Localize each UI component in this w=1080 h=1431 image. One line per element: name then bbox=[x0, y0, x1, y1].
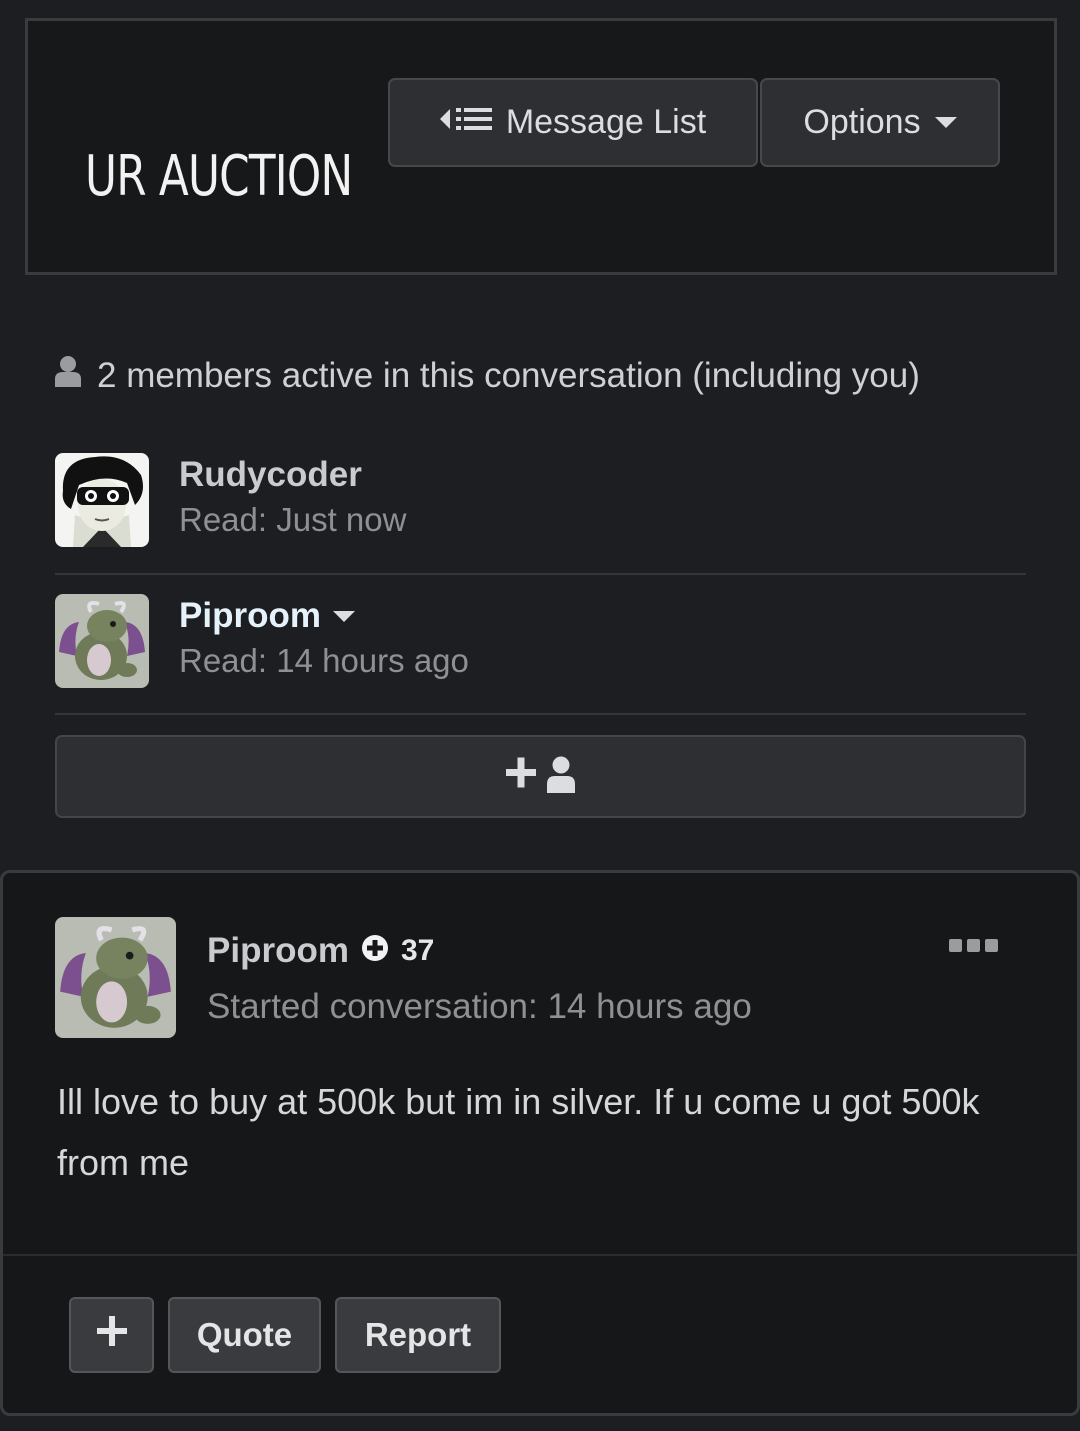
caret-down-icon[interactable] bbox=[332, 610, 355, 622]
reputation-count: 37 bbox=[400, 934, 435, 967]
add-action-button[interactable] bbox=[69, 1297, 154, 1373]
plus-icon bbox=[96, 1316, 127, 1354]
post-divider bbox=[3, 1254, 1077, 1256]
avatar[interactable] bbox=[55, 453, 149, 547]
user-icon bbox=[55, 355, 81, 396]
plus-circle-icon bbox=[361, 931, 389, 971]
report-button[interactable]: Report bbox=[335, 1297, 501, 1373]
list-back-icon bbox=[439, 103, 492, 142]
member-name[interactable]: Piproom bbox=[179, 596, 355, 636]
active-members-text: 2 members active in this conversation (i… bbox=[97, 355, 920, 395]
member-piproom[interactable]: Piproom Read: 14 hours ago bbox=[55, 594, 1026, 714]
post-body: Ill love to buy at 500k but im in silver… bbox=[57, 1081, 980, 1183]
post-author-name[interactable]: Piproom bbox=[207, 931, 349, 971]
member-read-status: Read: Just now bbox=[179, 501, 407, 538]
member-rudycoder[interactable]: Rudycoder Read: Just now bbox=[55, 453, 1026, 573]
options-button[interactable]: Options bbox=[760, 78, 1000, 167]
member-name-label: Piproom bbox=[179, 596, 321, 635]
post-author-line: Piproom 37 bbox=[207, 931, 434, 971]
quote-button[interactable]: Quote bbox=[168, 1297, 321, 1373]
post-meta: Started conversation: 14 hours ago bbox=[207, 987, 752, 1026]
member-read-status: Read: 14 hours ago bbox=[179, 642, 469, 679]
message-list-label: Message List bbox=[505, 103, 707, 141]
add-user-icon bbox=[505, 755, 576, 798]
conversation-title: UR AUCTION bbox=[85, 144, 353, 209]
active-members-summary: 2 members active in this conversation (i… bbox=[55, 355, 920, 396]
member-divider bbox=[55, 573, 1026, 575]
conversation-header: UR AUCTION Message List Options bbox=[25, 18, 1057, 275]
options-label: Options bbox=[803, 103, 921, 141]
avatar[interactable] bbox=[55, 594, 149, 688]
add-participant-button[interactable] bbox=[55, 735, 1026, 818]
caret-down-icon bbox=[934, 117, 957, 128]
ellipsis-icon[interactable] bbox=[949, 939, 998, 952]
member-divider bbox=[55, 713, 1026, 715]
message-post: Piproom 37 Started conversation: 14 hour… bbox=[0, 870, 1080, 1416]
member-name[interactable]: Rudycoder bbox=[179, 455, 362, 495]
message-list-button[interactable]: Message List bbox=[388, 78, 758, 167]
author-avatar[interactable] bbox=[55, 917, 176, 1038]
